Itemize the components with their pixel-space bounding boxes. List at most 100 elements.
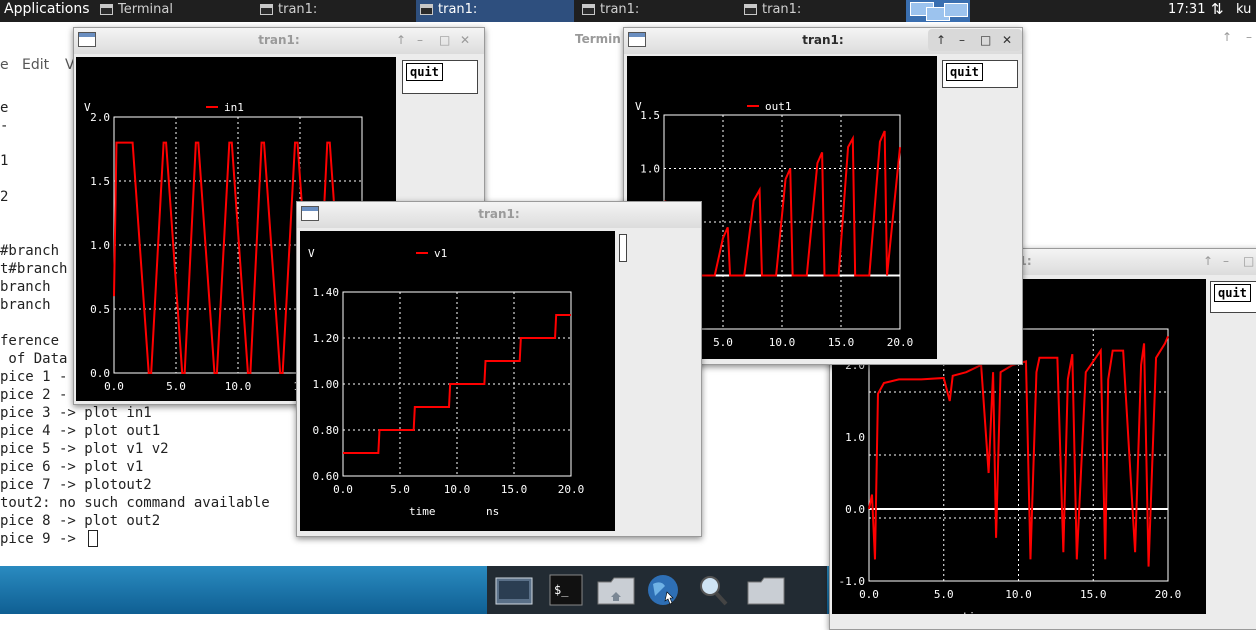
quit-panel [619, 234, 627, 262]
quit-button[interactable]: quit [406, 63, 443, 81]
terminal-line: pice 3 -> plot in1 [0, 405, 152, 421]
window-icon [260, 4, 273, 15]
plot-window-v1[interactable]: tran1: 1.40 1.20 1.00 0.80 0.60 0.0 5.0 10.0 15.… [296, 201, 702, 537]
y-tick-label: 0.80 [313, 424, 340, 437]
terminal-line: of Data [0, 351, 68, 367]
quit-button[interactable]: quit [1214, 284, 1251, 302]
y-tick-label: 1.0 [90, 239, 110, 252]
terminal-menu-edit[interactable]: Edit [22, 57, 49, 73]
user-menu[interactable]: ku [1236, 2, 1251, 17]
y-tick-label: 1.5 [640, 109, 660, 122]
x-tick-label: 10.0 [1005, 588, 1032, 601]
maximize-icon[interactable]: ↑ [1203, 254, 1213, 268]
terminal-line: e [0, 100, 9, 116]
minimize-icon[interactable]: – [1223, 254, 1229, 268]
x-tick-label: 0.0 [859, 588, 879, 601]
taskbar-item-label: tran1: [278, 2, 318, 17]
y-tick-label: 0.5 [90, 303, 110, 316]
x-tick-label: 5.0 [390, 483, 410, 496]
terminal-cursor [88, 530, 98, 547]
y-tick-label: 2.0 [90, 111, 110, 124]
window-title: tran1: [478, 207, 520, 221]
x-tick-label: 15.0 [501, 483, 528, 496]
maximize-icon[interactable]: ↑ [396, 33, 406, 47]
clock[interactable]: 17:31 [1168, 2, 1205, 17]
window-titlebar[interactable]: tran1: ↑ – □ ✕ [624, 28, 1022, 54]
terminal-minimize-icon[interactable]: – [1246, 30, 1252, 44]
y-tick-label: 1.5 [90, 175, 110, 188]
web-browser-icon[interactable] [643, 572, 685, 608]
quit-panel: quit [1210, 281, 1256, 313]
terminal-line: tout2: no such command available [0, 495, 270, 511]
folder-icon[interactable] [745, 572, 787, 608]
y-tick-label: 1.0 [845, 431, 865, 444]
top-panel: Applications Terminal tran1: tran1: tran… [0, 0, 1256, 22]
taskbar-item-label: Terminal [118, 2, 173, 17]
x-tick-label: 10.0 [225, 380, 252, 393]
quit-button[interactable]: quit [946, 63, 983, 81]
x-tick-label: 5.0 [934, 588, 954, 601]
svg-text:$_: $_ [554, 583, 569, 597]
y-tick-label: -1.0 [839, 575, 866, 588]
terminal-icon [100, 4, 113, 15]
legend-label: out1 [765, 100, 792, 113]
y-axis-label: V [635, 100, 642, 113]
dock: $_ [487, 566, 827, 614]
x-tick-label: 20.0 [1155, 588, 1182, 601]
y-tick-label: 1.20 [313, 332, 340, 345]
terminal-title: Termin [575, 32, 621, 46]
x-tick-label: 20.0 [887, 336, 914, 349]
y-tick-label: 1.40 [313, 286, 340, 299]
x-axis-unit: ns [1029, 610, 1042, 614]
maximize-icon[interactable]: ↑ [936, 33, 946, 47]
x-axis-label: time [962, 610, 989, 614]
terminal-line: branch [0, 297, 51, 313]
workspace-thumb [944, 3, 968, 17]
applications-menu[interactable]: Applications [4, 1, 90, 17]
window-titlebar[interactable]: tran1: [297, 202, 701, 228]
terminal-line: pice 2 - [0, 387, 68, 403]
restore-icon[interactable]: □ [1243, 254, 1254, 268]
window-icon [582, 4, 595, 15]
y-tick-label: 0.0 [845, 503, 865, 516]
taskbar-item-tran1-a[interactable]: tran1: [256, 0, 414, 22]
close-icon[interactable]: ✕ [1002, 33, 1012, 47]
y-tick-label: 1.0 [640, 163, 660, 176]
home-folder-icon[interactable] [595, 572, 637, 608]
restore-icon[interactable]: □ [439, 33, 450, 47]
terminal-menu-file[interactable]: e [0, 57, 9, 73]
terminal-line: pice 6 -> plot v1 [0, 459, 144, 475]
workspace-switcher[interactable] [906, 0, 970, 22]
terminal-maximize-icon[interactable]: ↑ [1222, 30, 1232, 44]
taskbar-item-label: tran1: [438, 2, 478, 17]
taskbar-item-terminal[interactable]: Terminal [96, 0, 254, 22]
x-tick-label: 5.0 [713, 336, 733, 349]
terminal-line: t#branch [0, 261, 68, 277]
terminal-line: pice 4 -> plot out1 [0, 423, 161, 439]
restore-icon[interactable]: □ [980, 33, 991, 47]
minimize-icon[interactable]: – [417, 33, 423, 47]
x-tick-label: 10.0 [769, 336, 796, 349]
network-icon[interactable]: ⇅ [1211, 0, 1224, 18]
close-icon[interactable]: ✕ [460, 33, 470, 47]
y-tick-label: 1.00 [313, 378, 340, 391]
terminal-launcher-icon[interactable]: $_ [545, 572, 587, 608]
legend-label: v1 [434, 247, 447, 260]
show-desktop-icon[interactable] [493, 572, 535, 608]
minimize-icon[interactable]: – [959, 33, 965, 47]
x-axis-unit: ns [810, 358, 823, 359]
window-titlebar[interactable]: tran1: ↑ – □ ✕ [74, 28, 484, 54]
x-axis-label: time [409, 505, 436, 518]
taskbar-item-tran1-d[interactable]: tran1: [740, 0, 898, 22]
taskbar-item-label: tran1: [600, 2, 640, 17]
x-tick-label: 15.0 [1080, 588, 1107, 601]
y-tick-label: 0.60 [313, 470, 340, 483]
terminal-line: pice 1 - [0, 369, 68, 385]
x-tick-label: 0.0 [104, 380, 124, 393]
legend-label: in1 [224, 101, 244, 114]
search-icon[interactable] [693, 572, 735, 608]
taskbar-item-tran1-b[interactable]: tran1: [416, 0, 574, 22]
taskbar-item-tran1-c[interactable]: tran1: [578, 0, 736, 22]
terminal-line: branch [0, 279, 51, 295]
terminal-line: ference [0, 333, 60, 349]
